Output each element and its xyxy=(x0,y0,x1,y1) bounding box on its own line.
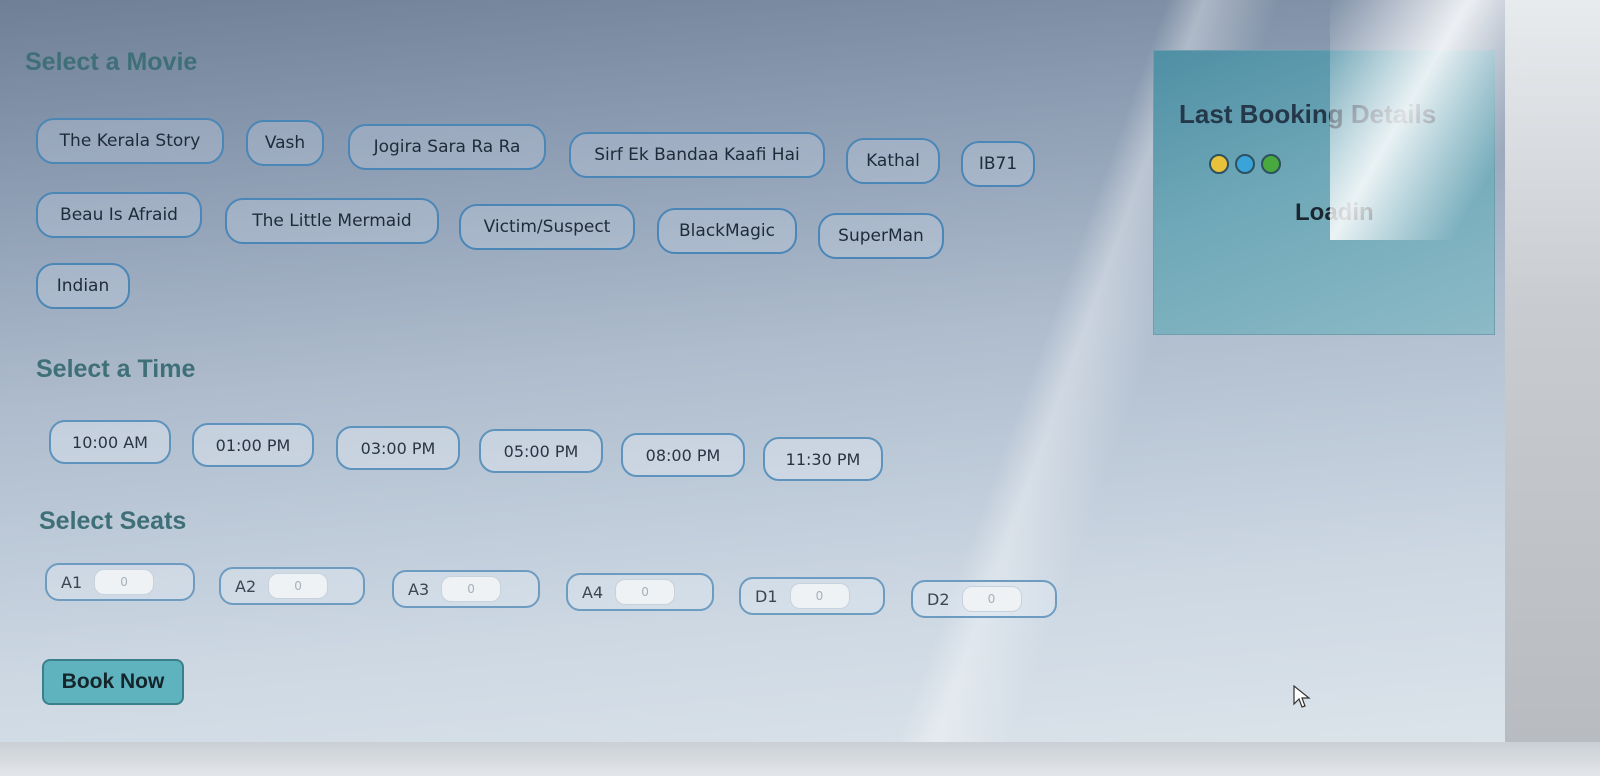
seat-count-input[interactable]: 0 xyxy=(441,576,502,602)
loading-indicator xyxy=(1209,154,1281,174)
movie-option[interactable]: Indian xyxy=(36,263,130,309)
time-option[interactable]: 05:00 PM xyxy=(479,429,603,473)
loading-status: Loadin xyxy=(1295,199,1374,226)
seat-label: A3 xyxy=(408,579,430,599)
movie-option[interactable]: SuperMan xyxy=(818,213,944,259)
seat-selector: D2 0 xyxy=(911,580,1057,618)
monitor-bottom-edge xyxy=(0,742,1600,776)
loading-dot xyxy=(1235,154,1255,174)
mouse-pointer-icon xyxy=(1293,685,1311,708)
seat-selector: A4 0 xyxy=(566,573,714,611)
seat-selector: D1 0 xyxy=(739,577,885,615)
seat-count-input[interactable]: 0 xyxy=(94,569,155,595)
movie-option[interactable]: BlackMagic xyxy=(657,208,797,254)
movie-option[interactable]: Sirf Ek Bandaa Kaafi Hai xyxy=(569,132,825,178)
seat-label: A2 xyxy=(235,576,257,596)
loading-dot xyxy=(1209,154,1229,174)
seat-label: A1 xyxy=(61,572,83,592)
movie-option[interactable]: Vash xyxy=(246,120,324,166)
last-booking-panel: Last Booking Details Loadin xyxy=(1153,50,1495,335)
seat-label: D1 xyxy=(755,586,778,606)
movie-option[interactable]: Jogira Sara Ra Ra xyxy=(348,124,546,170)
time-section-title: Select a Time xyxy=(36,355,196,383)
seat-selector: A3 0 xyxy=(392,570,540,608)
time-option[interactable]: 11:30 PM xyxy=(763,437,883,481)
seat-label: A4 xyxy=(582,582,604,602)
movie-option[interactable]: IB71 xyxy=(961,141,1035,187)
movie-option[interactable]: Kathal xyxy=(846,138,940,184)
seat-selector: A2 0 xyxy=(219,567,365,605)
time-option[interactable]: 03:00 PM xyxy=(336,426,460,470)
seat-count-input[interactable]: 0 xyxy=(615,579,676,605)
last-booking-title: Last Booking Details xyxy=(1179,99,1437,129)
seat-label: D2 xyxy=(927,589,950,609)
time-option[interactable]: 08:00 PM xyxy=(621,433,745,477)
book-now-button[interactable]: Book Now xyxy=(42,659,184,705)
loading-dot xyxy=(1261,154,1281,174)
seat-count-input[interactable]: 0 xyxy=(961,586,1022,612)
movie-option[interactable]: The Kerala Story xyxy=(36,118,224,164)
seat-section-title: Select Seats xyxy=(39,507,187,535)
time-option[interactable]: 10:00 AM xyxy=(49,420,171,464)
seat-count-input[interactable]: 0 xyxy=(789,583,850,609)
movie-option[interactable]: Victim/Suspect xyxy=(459,204,635,250)
seat-count-input[interactable]: 0 xyxy=(268,573,329,599)
movie-section-title: Select a Movie xyxy=(25,48,198,76)
seat-selector: A1 0 xyxy=(45,563,195,601)
movie-option[interactable]: The Little Mermaid xyxy=(225,198,439,244)
movie-option[interactable]: Beau Is Afraid xyxy=(36,192,202,238)
monitor-bezel xyxy=(1505,0,1600,776)
time-option[interactable]: 01:00 PM xyxy=(192,423,314,467)
